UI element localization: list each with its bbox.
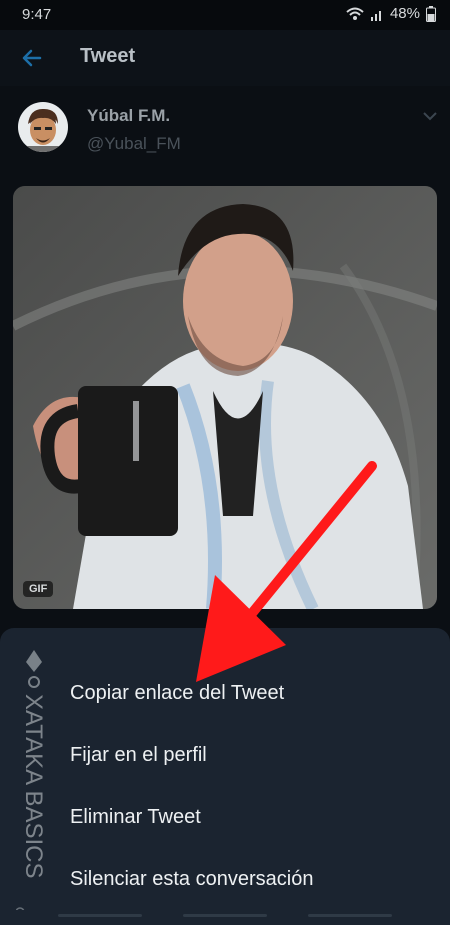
tweet-options-sheet: Copiar enlace del Tweet Fijar en el perf… (0, 628, 450, 925)
battery-percent: 48% (389, 5, 420, 22)
tweet-author-row: Yúbal F.M. @Yubal_FM (0, 86, 450, 181)
watermark-text: XATAKA BASICS (20, 694, 47, 879)
battery-icon (426, 5, 436, 22)
page-title: Tweet (80, 45, 136, 67)
system-nav-bar (0, 910, 450, 925)
menu-item-mute-conversation[interactable]: Silenciar esta conversación (70, 868, 313, 891)
chevron-down-icon[interactable] (422, 110, 438, 122)
app-bar: Tweet (0, 30, 450, 86)
gif-badge: GIF (23, 581, 54, 597)
avatar[interactable] (18, 102, 68, 152)
menu-item-copy-link[interactable]: Copiar enlace del Tweet (70, 682, 284, 705)
nav-handle-left[interactable] (58, 914, 142, 917)
gif-frame-image (13, 186, 437, 609)
nav-handle-center[interactable] (183, 914, 267, 917)
avatar-illustration (18, 102, 68, 152)
xataka-basics-watermark: XATAKA BASICS (16, 650, 47, 917)
signal-icon (370, 10, 381, 21)
menu-item-delete-tweet[interactable]: Eliminar Tweet (70, 806, 201, 829)
menu-item-pin-profile[interactable]: Fijar en el perfil (70, 744, 207, 767)
nav-handle-right[interactable] (308, 914, 392, 917)
wifi-icon (346, 7, 364, 20)
back-arrow-icon[interactable] (18, 44, 46, 72)
status-icons: 48% (346, 5, 436, 22)
author-name[interactable]: Yúbal F.M. (87, 106, 170, 126)
author-handle[interactable]: @Yubal_FM (87, 134, 181, 154)
status-time: 9:47 (22, 6, 52, 23)
tweet-gif-media[interactable]: GIF (13, 186, 437, 609)
status-bar: 9:47 48% (0, 0, 450, 30)
